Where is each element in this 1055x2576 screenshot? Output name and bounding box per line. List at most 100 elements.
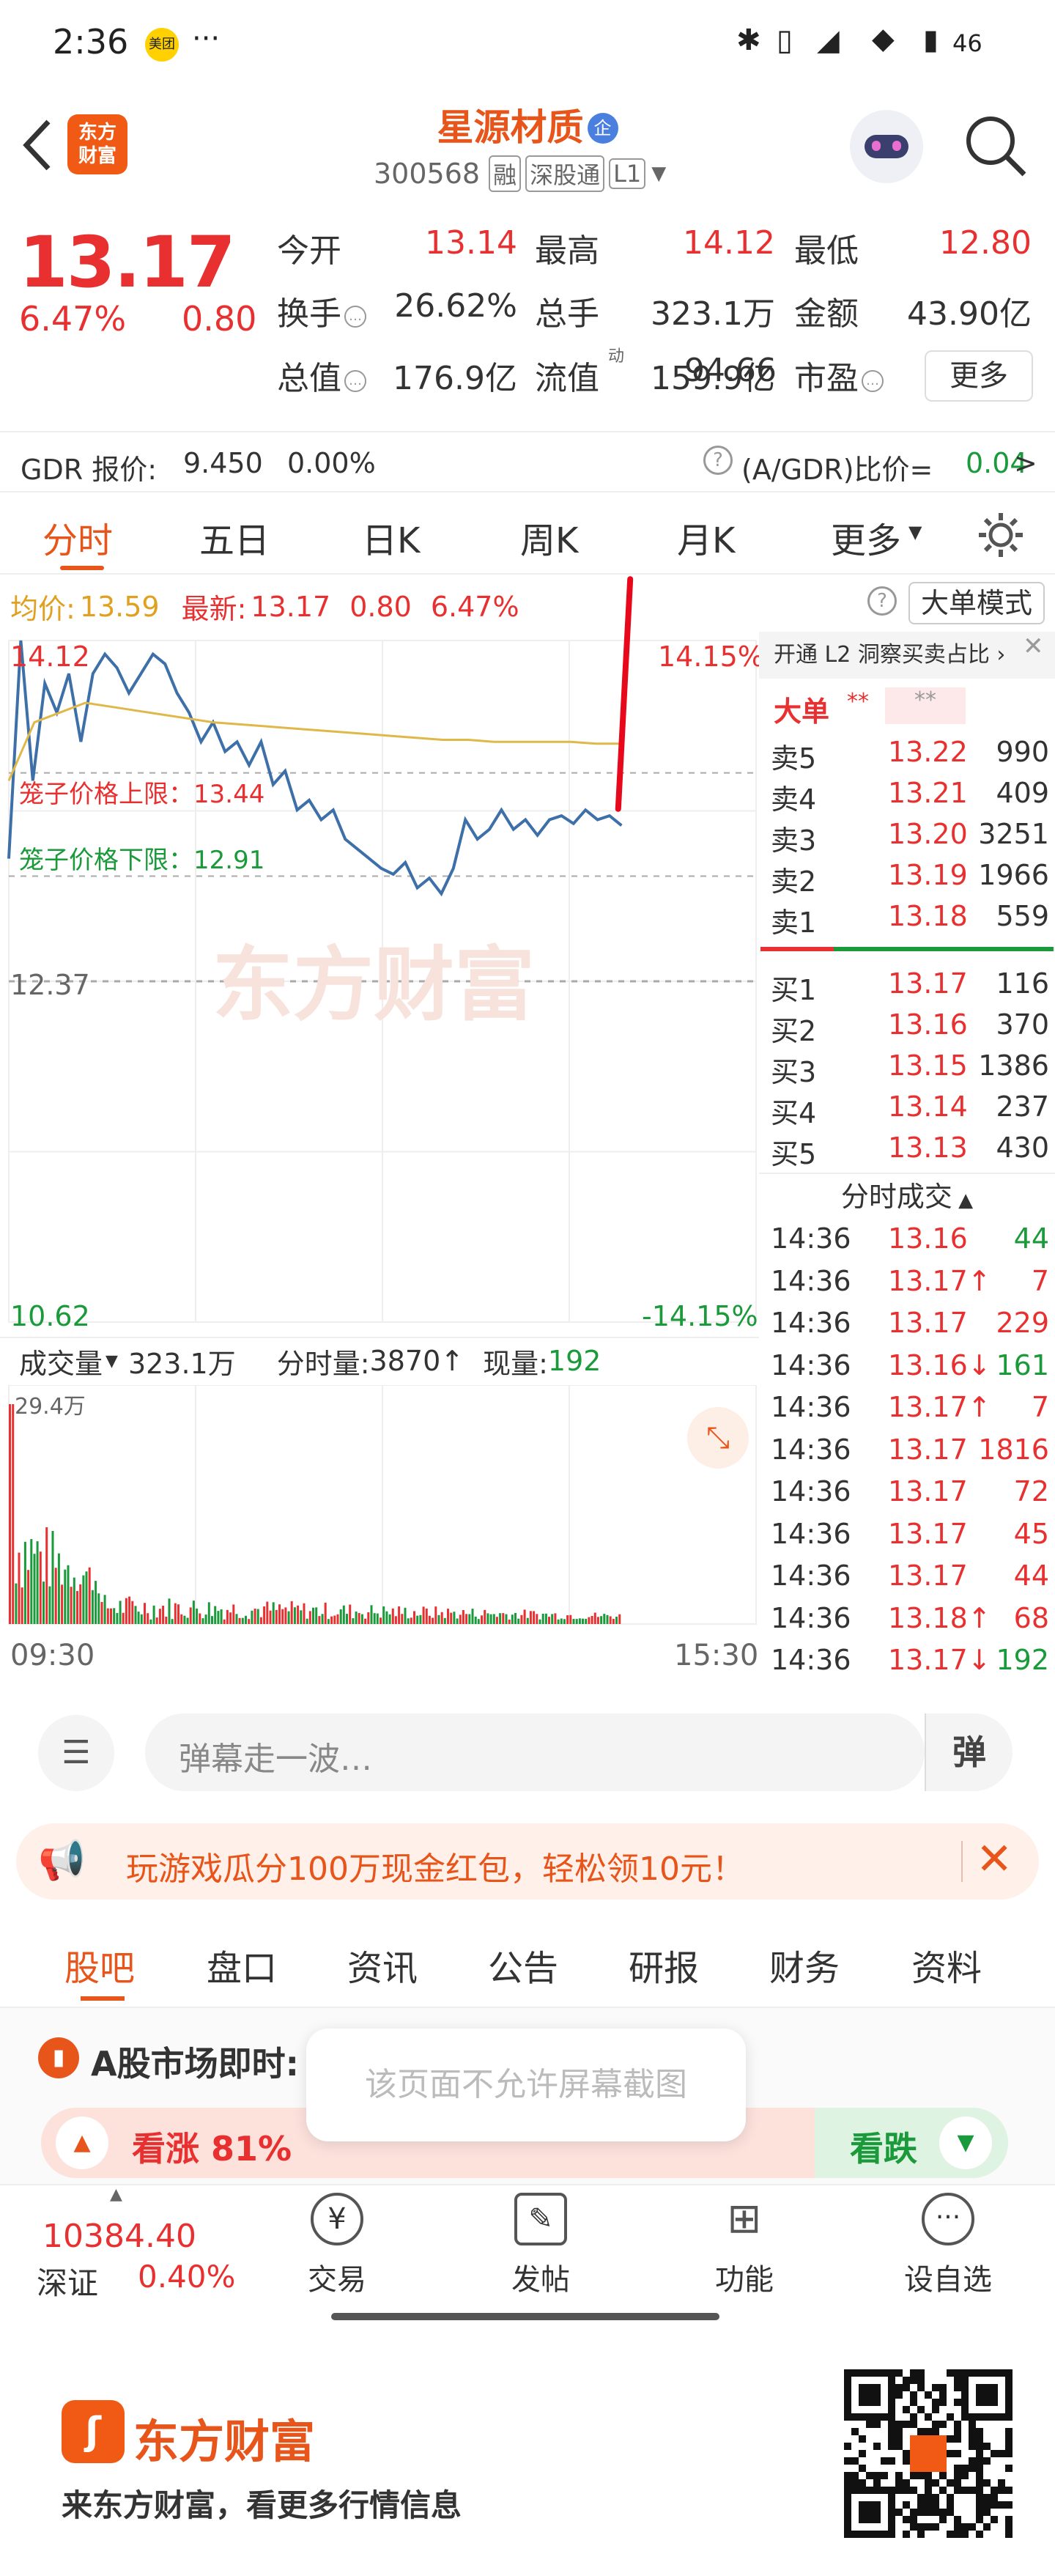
help-icon-chart[interactable]: ?: [867, 586, 897, 616]
bid-row[interactable]: 买3 13.15 1386: [766, 1045, 1052, 1088]
trade-row[interactable]: 14:36 13.17 229: [766, 1302, 1052, 1343]
tab-month-k[interactable]: 月K: [677, 512, 735, 563]
volume-chart[interactable]: [0, 1385, 759, 1634]
qr-module: [873, 2413, 881, 2421]
qr-module: [866, 2413, 873, 2421]
tab-day-k[interactable]: 日K: [362, 512, 420, 563]
qr-module: [903, 2450, 910, 2457]
danmu-settings-icon[interactable]: ☰: [38, 1715, 114, 1791]
trade-row[interactable]: 14:36 13.16↓ 161: [766, 1345, 1052, 1386]
qr-module: [1005, 2391, 1013, 2399]
tab-week-k[interactable]: 周K: [520, 512, 578, 563]
volume-bar: [511, 1614, 514, 1624]
volume-label[interactable]: 成交量: [19, 1341, 103, 1381]
volume-bar: [64, 1569, 67, 1624]
trade-row[interactable]: 14:36 13.17 72: [766, 1471, 1052, 1512]
danmu-toggle-button[interactable]: 弹: [925, 1713, 1013, 1791]
ask-row[interactable]: 卖3 13.20 3251: [766, 813, 1052, 857]
bid-price: 13.15: [888, 1049, 968, 1082]
nav-functions[interactable]: ⊞ 功能: [678, 2193, 810, 2298]
close-icon[interactable]: ✕: [1023, 632, 1044, 661]
qr-module: [998, 2501, 1005, 2509]
bid-row[interactable]: 买2 13.16 370: [766, 1004, 1052, 1047]
volume-bar: [199, 1613, 201, 1624]
chevron-right-icon[interactable]: >: [1014, 447, 1037, 479]
qr-module: [851, 2413, 859, 2421]
period-vol-label: 分时量:: [276, 1347, 370, 1380]
qr-module: [851, 2369, 859, 2377]
volume-bar: [394, 1616, 397, 1624]
tab-more[interactable]: 更多: [831, 512, 901, 563]
qr-module: [947, 2369, 954, 2377]
qr-module: [917, 2428, 925, 2435]
nav-trade[interactable]: ¥ 交易: [271, 2193, 403, 2298]
robot-assistant-icon[interactable]: [850, 110, 923, 183]
index-value[interactable]: 10384.40: [42, 2218, 196, 2255]
trade-row[interactable]: 14:36 13.17 1816: [766, 1429, 1052, 1470]
volume-bar: [596, 1617, 599, 1624]
qr-module: [888, 2501, 895, 2509]
volume-bar: [155, 1617, 158, 1624]
danmu-input[interactable]: 弹幕走一波…: [145, 1713, 925, 1791]
trades-title-row[interactable]: 分时成交 ▲: [759, 1173, 1055, 1215]
ask-row[interactable]: 卖1 13.18 559: [766, 896, 1052, 939]
qr-module: [873, 2399, 881, 2406]
ask-row[interactable]: 卖4 13.21 409: [766, 772, 1052, 816]
tab-five-day[interactable]: 五日: [199, 512, 270, 563]
big-order-label: 大单: [774, 695, 830, 728]
trade-row[interactable]: 14:36 13.17↓ 192: [766, 1639, 1052, 1680]
trade-row[interactable]: 14:36 13.18↑ 68: [766, 1598, 1052, 1639]
trade-row[interactable]: 14:36 13.17 45: [766, 1513, 1052, 1554]
trade-row[interactable]: 14:36 13.17 44: [766, 1555, 1052, 1596]
tab-guba[interactable]: 股吧: [64, 1939, 135, 1990]
volume-dropdown-icon[interactable]: ▼: [106, 1352, 118, 1370]
tab-research[interactable]: 研报: [629, 1939, 699, 1990]
ask-row[interactable]: 卖5 13.22 990: [766, 731, 1052, 775]
volume-bar: [603, 1614, 606, 1624]
expand-icon[interactable]: ⤡: [687, 1407, 749, 1469]
more-button[interactable]: 更多: [925, 350, 1033, 402]
qr-module: [976, 2413, 983, 2421]
tab-pankou[interactable]: 盘口: [207, 1939, 277, 1990]
banner-close-icon[interactable]: ✕: [976, 1834, 1013, 1885]
big-order-mode-button[interactable]: 大单模式: [908, 582, 1045, 624]
promo-banner[interactable]: 📢 玩游戏瓜分100万现金红包，轻松领10元！ ✕: [16, 1823, 1039, 1900]
gear-icon[interactable]: [974, 509, 1027, 561]
qr-module: [903, 2457, 910, 2465]
qr-module: [954, 2465, 961, 2472]
trade-row[interactable]: 14:36 13.17↑ 7: [766, 1387, 1052, 1428]
qr-module: [961, 2523, 969, 2531]
info-circle-icon[interactable]: …: [862, 370, 884, 392]
bid-label: 买5: [771, 1138, 817, 1170]
ask-row[interactable]: 卖2 13.19 1966: [766, 855, 1052, 898]
qr-module: [844, 2384, 851, 2391]
tab-announcements[interactable]: 公告: [488, 1939, 558, 1990]
trade-row[interactable]: 14:36 13.17↑ 7: [766, 1261, 1052, 1302]
bid-row[interactable]: 买5 13.13 430: [766, 1127, 1052, 1170]
volume-bar: [297, 1605, 300, 1624]
banner-divider: [961, 1841, 963, 1882]
tab-intraday[interactable]: 分时: [42, 512, 113, 563]
trade-label: 14:36: [771, 1348, 851, 1381]
qr-module: [954, 2369, 961, 2377]
trade-row[interactable]: 14:36 13.16 44: [766, 1218, 1052, 1259]
tab-news[interactable]: 资讯: [347, 1939, 418, 1990]
qr-module: [983, 2457, 991, 2465]
trade-volume: 45: [1013, 1517, 1049, 1550]
gdr-bar[interactable]: GDR 报价: 9.450 0.00% ? (A/GDR)比价= 0.04 >: [0, 431, 1055, 492]
qr-module: [976, 2443, 983, 2450]
volume-bar: [235, 1614, 238, 1624]
nav-watchlist[interactable]: ··· 设自选: [882, 2193, 1014, 2298]
tab-finance[interactable]: 财务: [769, 1939, 840, 1990]
ask-price: 13.21: [888, 777, 968, 809]
tag-dropdown-icon[interactable]: ▼: [651, 163, 666, 185]
search-icon[interactable]: [963, 113, 1029, 179]
nav-post[interactable]: ✎ 发帖: [475, 2193, 607, 2298]
help-icon[interactable]: ?: [703, 446, 733, 475]
qr-module: [895, 2369, 903, 2377]
volume-bar: [266, 1601, 269, 1624]
bid-row[interactable]: 买1 13.17 116: [766, 963, 1052, 1006]
tab-profile[interactable]: 资料: [911, 1939, 982, 1990]
l2-header[interactable]: 开通 L2 洞察买卖占比 ›: [759, 632, 1055, 679]
bid-row[interactable]: 买4 13.14 237: [766, 1086, 1052, 1129]
